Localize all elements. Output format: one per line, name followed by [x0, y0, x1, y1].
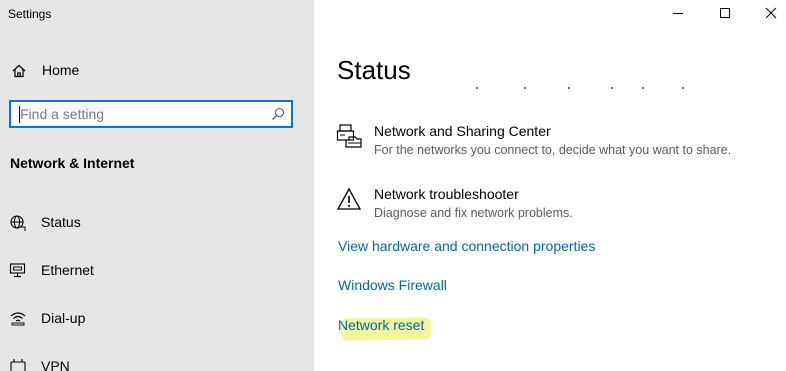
- app-title: Settings: [8, 7, 52, 21]
- minimize-button[interactable]: [655, 0, 701, 28]
- settings-window: Settings Home Network & Internet: [0, 0, 786, 371]
- network-sharing-center-entry[interactable]: Network and Sharing Center For the netwo…: [336, 123, 776, 163]
- entry-title: Network and Sharing Center: [374, 123, 551, 139]
- search-input[interactable]: [20, 105, 260, 123]
- maximize-button[interactable]: [702, 0, 748, 28]
- sidebar-item-label: Ethernet: [41, 262, 94, 278]
- sidebar-item-label: Dial-up: [41, 310, 86, 326]
- globe-icon: [9, 214, 27, 231]
- entry-description: For the networks you connect to, decide …: [374, 143, 732, 157]
- network-reset-link[interactable]: Network reset: [338, 317, 424, 333]
- page-title: Status: [337, 55, 411, 85]
- sidebar-item-label: Home: [42, 62, 80, 78]
- sidebar-item-ethernet[interactable]: Ethernet: [0, 253, 314, 287]
- signal-icon: [9, 310, 27, 326]
- entry-description: Diagnose and fix network problems.: [374, 206, 573, 220]
- sidebar-item-vpn[interactable]: VPN: [0, 349, 314, 371]
- sidebar-item-dial-up[interactable]: Dial-up: [0, 301, 314, 335]
- sidebar-item-label: VPN: [41, 358, 70, 371]
- section-heading: Network & Internet: [10, 155, 135, 171]
- monitor-icon: [9, 262, 27, 278]
- home-icon: [11, 63, 27, 79]
- entry-title: Network troubleshooter: [374, 186, 519, 202]
- sidebar-item-status[interactable]: Status: [0, 205, 314, 239]
- printer-network-icon: [336, 123, 362, 149]
- scroll-clipped-text: [476, 87, 684, 89]
- sidebar-item-home[interactable]: Home: [0, 54, 314, 86]
- vpn-icon: [9, 358, 27, 371]
- network-troubleshooter-entry[interactable]: Network troubleshooter Diagnose and fix …: [336, 186, 776, 226]
- sidebar: Settings Home Network & Internet: [0, 0, 314, 371]
- close-button[interactable]: [748, 0, 786, 28]
- windows-firewall-link[interactable]: Windows Firewall: [338, 277, 447, 293]
- warning-icon: [336, 186, 362, 212]
- sidebar-item-label: Status: [41, 214, 81, 230]
- search-icon[interactable]: [271, 107, 285, 121]
- search-box[interactable]: [9, 100, 293, 128]
- view-hardware-properties-link[interactable]: View hardware and connection properties: [338, 238, 595, 254]
